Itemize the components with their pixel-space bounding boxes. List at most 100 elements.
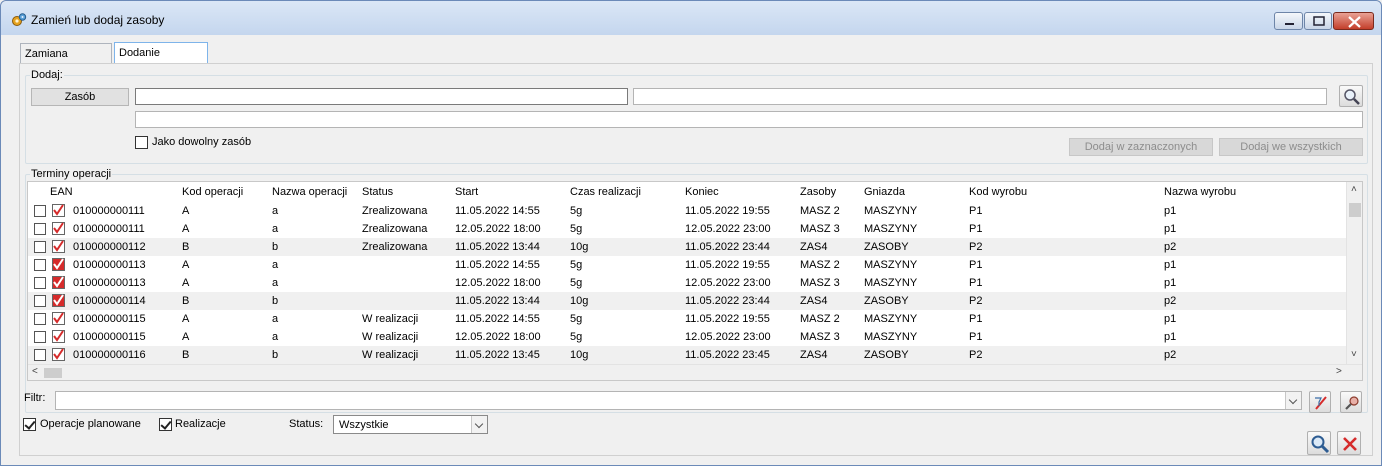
any-resource-label: Jako dowolny zasób (152, 136, 252, 148)
tab-dodanie-zasobow[interactable]: Dodanie zasobów (114, 42, 208, 79)
minimize-button[interactable] (1274, 12, 1303, 30)
scroll-right-icon[interactable]: > (1336, 366, 1342, 377)
cell-kod-operacji: A (182, 277, 190, 289)
check-mark-icon (52, 312, 65, 325)
any-resource-checkbox[interactable] (135, 136, 148, 149)
check-mark-icon (52, 222, 65, 235)
cell-nazwa-wyrobu: p1 (1164, 223, 1177, 235)
vertical-scroll-thumb[interactable] (1349, 203, 1361, 217)
cell-koniec: 11.05.2022 19:55 (685, 205, 770, 217)
maximize-button[interactable] (1304, 12, 1332, 30)
cell-zasoby: ZAS4 (800, 295, 828, 307)
cell-zasoby: ZAS4 (800, 349, 828, 361)
cell-ean: 010000000114 (73, 295, 146, 307)
search-button[interactable] (1307, 431, 1331, 455)
cell-status: Zrealizowana (362, 205, 428, 217)
cell-czas-realizacji: 5g (570, 259, 583, 271)
resource-name-input[interactable] (633, 88, 1327, 105)
cell-zasoby: ZAS4 (800, 241, 828, 253)
cell-ean: 010000000111 (73, 205, 145, 217)
horizontal-scrollbar[interactable]: < > (28, 364, 1362, 380)
row-select-checkbox[interactable] (34, 349, 46, 361)
resource-description-input[interactable] (135, 111, 1363, 128)
row-select-checkbox[interactable] (34, 241, 46, 253)
row-select-checkbox[interactable] (34, 295, 46, 307)
horizontal-scroll-thumb[interactable] (44, 368, 62, 378)
table-row[interactable]: 010000000112 Bb Zrealizowana 11.05.2022 13:… (28, 238, 1348, 256)
cell-kod-wyrobu: P2 (969, 349, 983, 361)
col-kod-wyrobu[interactable]: Kod wyrobu (969, 186, 1027, 198)
filter-tool-button[interactable] (1340, 391, 1362, 413)
realizations-checkbox[interactable] (159, 418, 172, 431)
row-select-checkbox[interactable] (34, 331, 46, 343)
cell-czas-realizacji: 5g (570, 313, 583, 325)
cell-nazwa-operacji: b (272, 349, 279, 361)
table-row[interactable]: 010000000111 Aa Zrealizowana 11.05.2022 14:… (28, 202, 1348, 220)
cell-kod-wyrobu: P2 (969, 295, 983, 307)
filter-dropdown-icon[interactable] (1285, 392, 1301, 409)
table-row[interactable]: 010000000113 Aa 11.05.2022 14:55 5g 11.05.20… (28, 256, 1348, 274)
close-window-button[interactable] (1333, 12, 1374, 30)
row-select-checkbox[interactable] (34, 205, 46, 217)
cell-koniec: 11.05.2022 19:55 (685, 259, 770, 271)
maximize-icon (1313, 16, 1325, 26)
operations-grid[interactable]: EAN Kod operacji Nazwa operacji Status S… (27, 181, 1363, 381)
planned-operations-checkbox[interactable] (23, 418, 36, 431)
cell-kod-operacji: B (182, 241, 190, 253)
cell-gniazda: MASZYNY (864, 259, 918, 271)
table-row[interactable]: 010000000116 Bb W realizacji 11.05.2022 13:… (28, 346, 1348, 364)
cell-nazwa-wyrobu: p1 (1164, 259, 1177, 271)
cell-gniazda: MASZYNY (864, 313, 918, 325)
add-all-button[interactable]: Dodaj we wszystkich (1219, 138, 1363, 156)
table-row[interactable]: 010000000115 Aa W realizacji 12.05.2022 18:… (28, 328, 1348, 346)
col-gniazda[interactable]: Gniazda (864, 186, 905, 198)
col-ean[interactable]: EAN (50, 186, 73, 198)
tab-zamiana-zasobow[interactable]: Zamiana zasobów (20, 43, 112, 80)
col-nazwa-operacji[interactable]: Nazwa operacji (272, 186, 347, 198)
scroll-up-icon[interactable]: ˄ (1351, 184, 1357, 195)
add-selected-button[interactable]: Dodaj w zaznaczonych (1069, 138, 1213, 156)
status-dropdown-icon[interactable] (471, 416, 487, 433)
row-select-checkbox[interactable] (34, 223, 46, 235)
cell-koniec: 11.05.2022 23:45 (685, 349, 770, 361)
filled-check-icon (52, 294, 65, 307)
table-row[interactable]: 010000000113 Aa 12.05.2022 18:00 5g 12.05.20… (28, 274, 1348, 292)
row-select-checkbox[interactable] (34, 313, 46, 325)
scroll-left-icon[interactable]: < (32, 366, 38, 377)
table-row[interactable]: 010000000115 Aa W realizacji 11.05.2022 14:… (28, 310, 1348, 328)
col-kod-operacji[interactable]: Kod operacji (182, 186, 243, 198)
cell-zasoby: MASZ 2 (800, 259, 840, 271)
cell-ean: 010000000113 (73, 277, 146, 289)
col-zasoby[interactable]: Zasoby (800, 186, 836, 198)
col-start[interactable]: Start (455, 186, 478, 198)
clear-filter-button[interactable] (1309, 391, 1331, 413)
col-czas-realizacji[interactable]: Czas realizacji (570, 186, 641, 198)
col-koniec[interactable]: Koniec (685, 186, 719, 198)
cell-kod-wyrobu: P1 (969, 313, 983, 325)
vertical-scrollbar[interactable]: ˄ ˅ (1346, 182, 1362, 365)
table-row[interactable]: 010000000111 Aa Zrealizowana 12.05.2022 18:… (28, 220, 1348, 238)
cancel-button[interactable] (1337, 431, 1361, 455)
cell-kod-wyrobu: P2 (969, 241, 983, 253)
title-bar[interactable]: Zamień lub dodaj zasoby (1, 1, 1381, 35)
row-select-checkbox[interactable] (34, 277, 46, 289)
cell-czas-realizacji: 5g (570, 277, 583, 289)
zasob-button[interactable]: Zasób (31, 88, 129, 106)
resource-code-input[interactable] (135, 88, 628, 105)
table-row[interactable]: 010000000114 Bb 11.05.2022 13:44 10g 11.05.2… (28, 292, 1348, 310)
cell-nazwa-operacji: a (272, 331, 279, 343)
col-status[interactable]: Status (362, 186, 393, 198)
check-mark-icon (52, 240, 65, 253)
status-label: Status: (289, 418, 324, 430)
resource-search-button[interactable] (1339, 85, 1363, 107)
filter-input[interactable] (55, 391, 1302, 410)
status-select[interactable]: Wszystkie (333, 415, 488, 434)
grid-header: EAN Kod operacji Nazwa operacji Status S… (28, 182, 1348, 202)
check-mark-icon (52, 330, 65, 343)
row-select-checkbox[interactable] (34, 259, 46, 271)
scroll-down-icon[interactable]: ˅ (1351, 349, 1357, 360)
cell-zasoby: MASZ 3 (800, 331, 840, 343)
col-nazwa-wyrobu[interactable]: Nazwa wyrobu (1164, 186, 1236, 198)
cell-kod-wyrobu: P1 (969, 259, 983, 271)
cell-nazwa-wyrobu: p1 (1164, 313, 1177, 325)
